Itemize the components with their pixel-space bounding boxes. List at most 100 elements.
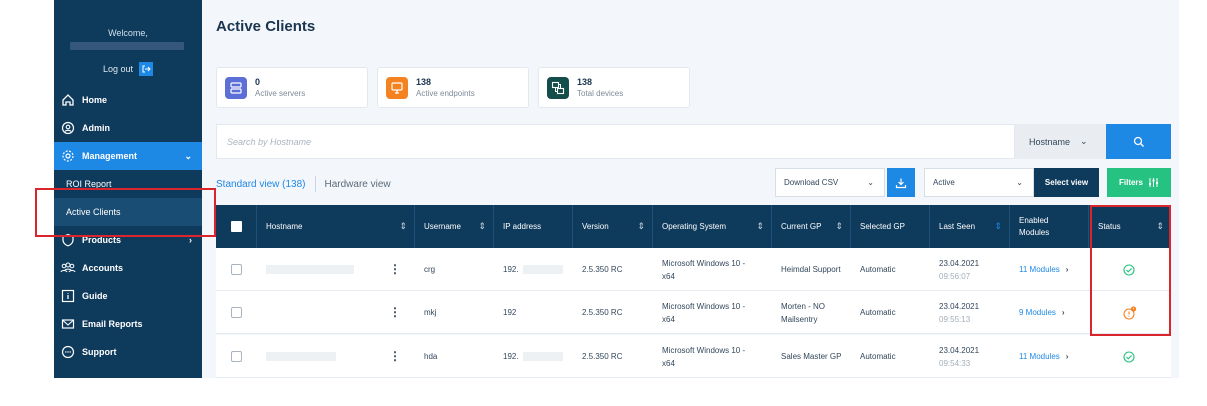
chevron-down-icon[interactable]: ⌄ [1016, 178, 1023, 187]
search-placeholder[interactable]: Search by Hostname [227, 137, 311, 147]
sort-icon[interactable]: ⇕ [835, 221, 843, 232]
sidebar-item-accounts[interactable]: Accounts [54, 254, 202, 282]
column-operating-system[interactable]: Operating System ⇕ [653, 205, 772, 248]
sort-icon[interactable]: ⇕ [478, 221, 486, 232]
chevron-down-icon[interactable]: ⌄ [867, 178, 874, 187]
sidebar-item-email-reports[interactable]: Email Reports [54, 310, 202, 338]
search-field-label[interactable]: Hostname [1029, 137, 1070, 147]
column-ip-address[interactable]: IP address [494, 205, 573, 248]
stat-count: 138 [577, 77, 593, 87]
sidebar-item-admin[interactable]: Admin [54, 114, 202, 142]
home-icon [60, 92, 76, 108]
table-row[interactable]: ⋮ mkj 192 2.5.350 RC Microsoft Windows 1… [216, 291, 1171, 334]
current-gp-cell: Sales Master GP [781, 352, 842, 361]
ip-redacted [522, 265, 563, 274]
sidebar-item-label: Support [82, 347, 117, 357]
table-row[interactable]: ⋮ crg 192. 2.5.350 RC Microsoft Windows … [216, 248, 1171, 291]
column-label: Current GP [781, 222, 822, 231]
sidebar-item-guide[interactable]: Guide [54, 282, 202, 310]
search-input[interactable]: Search by Hostname [216, 124, 1015, 159]
ip-value: 192. [503, 265, 519, 274]
username-cell: mkj [424, 308, 437, 317]
filters-label[interactable]: Filters [1119, 178, 1143, 187]
devices-icon [547, 76, 569, 99]
sort-icon[interactable]: ⇕ [756, 221, 764, 232]
stat-count: 138 [416, 77, 432, 87]
row-select-cell[interactable] [216, 248, 257, 291]
column-current-gp[interactable]: Current GP ⇕ [772, 205, 851, 248]
modules-link[interactable]: 11 Modules [1019, 350, 1060, 363]
column-label: Username [424, 222, 461, 231]
filters-button[interactable]: Filters [1107, 168, 1171, 197]
os-cell: Microsoft Windows 10 - x64 [662, 301, 746, 324]
stat-label: Active endpoints [416, 89, 475, 98]
download-csv-select[interactable]: Download CSV ⌄ [775, 168, 885, 197]
row-checkbox[interactable] [231, 351, 242, 362]
highlight-box-status-column [1090, 205, 1171, 336]
column-version[interactable]: Version ⇕ [573, 205, 653, 248]
column-last-seen[interactable]: Last Seen ⇕ [930, 205, 1010, 248]
sidebar-item-support[interactable]: Support [54, 338, 202, 366]
sidebar-item-home[interactable]: Home [54, 86, 202, 114]
status-filter-select[interactable]: Active ⌄ [924, 168, 1034, 197]
os-cell: Microsoft Windows 10 - x64 [662, 345, 746, 368]
logout-icon[interactable] [139, 62, 154, 76]
chevron-right-icon[interactable]: › [1062, 306, 1065, 319]
chevron-down-icon[interactable]: ⌄ [1080, 136, 1088, 147]
hostname-redacted [266, 265, 354, 274]
column-label: Last Seen [939, 222, 976, 231]
search-button[interactable] [1106, 124, 1171, 159]
status-ok-icon [1123, 350, 1135, 363]
sort-icon[interactable]: ⇕ [399, 221, 407, 232]
download-icon[interactable] [895, 177, 907, 189]
kebab-menu-icon[interactable]: ⋮ [389, 306, 401, 319]
search-field-select[interactable]: Hostname ⌄ [1015, 124, 1106, 159]
gear-icon [60, 148, 76, 164]
column-hostname[interactable]: Hostname ⇕ [257, 205, 415, 248]
username-cell: hda [424, 352, 438, 361]
ip-cell: 192. [494, 248, 573, 291]
search-icon[interactable] [1133, 136, 1145, 148]
row-select-cell[interactable] [216, 335, 257, 378]
chevron-right-icon[interactable]: › [1066, 350, 1069, 363]
kebab-menu-icon[interactable]: ⋮ [389, 350, 401, 363]
column-selected-gp[interactable]: Selected GP [851, 205, 930, 248]
row-select-cell[interactable] [216, 291, 257, 334]
highlight-box-active-clients [35, 188, 216, 237]
row-checkbox[interactable] [231, 307, 242, 318]
chevron-right-icon[interactable]: › [1066, 263, 1069, 276]
status-filter-label[interactable]: Active [933, 178, 955, 187]
admin-icon [60, 120, 76, 136]
sidebar-item-management[interactable]: Management ⌄ [54, 142, 202, 170]
logout-label[interactable]: Log out [103, 64, 133, 74]
sort-icon[interactable]: ⇕ [994, 221, 1002, 232]
modules-cell[interactable]: 9 Modules › [1010, 291, 1089, 334]
logout-link[interactable]: Log out [54, 62, 202, 76]
ip-redacted [522, 352, 563, 361]
column-label: Operating System [662, 222, 727, 231]
tab-standard-view[interactable]: Standard view (138) [216, 179, 306, 190]
row-checkbox[interactable] [231, 264, 242, 275]
sort-icon[interactable]: ⇕ [637, 221, 645, 232]
table-row[interactable]: ⋮ hda 192. 2.5.350 RC Microsoft Windows … [216, 335, 1171, 378]
download-button[interactable] [887, 168, 915, 197]
modules-cell[interactable]: 11 Modules › [1010, 248, 1089, 291]
stat-label: Total devices [577, 89, 624, 98]
version-cell: 2.5.350 RC [582, 352, 623, 361]
chevron-down-icon: ⌄ [184, 150, 192, 161]
select-view-button[interactable]: Select view [1034, 168, 1099, 197]
modules-cell[interactable]: 11 Modules › [1010, 335, 1089, 378]
tab-hardware-view[interactable]: Hardware view [325, 179, 391, 190]
modules-link[interactable]: 9 Modules [1019, 306, 1056, 319]
sliders-icon[interactable] [1148, 177, 1159, 188]
modules-link[interactable]: 11 Modules [1019, 263, 1060, 276]
column-enabled-modules[interactable]: Enabled Modules [1010, 205, 1089, 248]
download-csv-label[interactable]: Download CSV [784, 178, 838, 187]
selected-gp-cell: Automatic [860, 265, 896, 274]
current-gp-cell: Morten - NO Mailsentry [781, 301, 826, 324]
users-icon [60, 260, 76, 276]
select-all-cell[interactable] [216, 205, 257, 248]
column-username[interactable]: Username ⇕ [415, 205, 494, 248]
kebab-menu-icon[interactable]: ⋮ [389, 263, 401, 276]
select-all-checkbox[interactable] [231, 221, 242, 232]
